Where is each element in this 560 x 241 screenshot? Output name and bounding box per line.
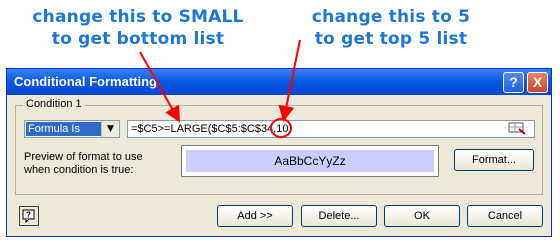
preview-label-line-2: when condition is true: [24,164,134,176]
annotation-left-line-1: change this to SMALL [32,7,244,27]
dialog-title: Conditional Formatting [14,74,157,89]
conditional-formatting-dialog: Conditional Formatting ? X Condition 1 F… [6,68,552,237]
annotation-right-line-1: change this to 5 [311,7,471,27]
annotation-left: change this to SMALL to get bottom list [28,6,248,50]
condition-type-select[interactable]: Formula Is ▼ [24,120,120,138]
delete-button[interactable]: Delete... [301,205,377,227]
format-button[interactable]: Format... [454,149,534,171]
preview-label-line-1: Preview of format to use [24,151,143,163]
context-help-icon[interactable]: ? [19,206,39,226]
add-button[interactable]: Add >> [217,205,293,227]
preview-sample-text: AaBbCcYyZz [186,150,434,172]
dropdown-arrow-icon[interactable]: ▼ [101,121,119,137]
close-icon[interactable]: X [527,72,548,93]
condition-type-value: Formula Is [26,122,101,136]
format-preview: AaBbCcYyZz [181,145,439,177]
help-icon[interactable]: ? [503,72,524,93]
annotation-left-line-2: to get bottom list [51,29,225,49]
annotation-right-line-2: to get top 5 list [314,29,468,49]
condition-label: Condition 1 [23,98,85,110]
title-bar: Conditional Formatting ? X [7,69,551,95]
ok-button[interactable]: OK [384,205,460,227]
formula-input[interactable]: =$C5>=LARGE($C$5:$C$34,10) [127,120,535,138]
range-selector-icon[interactable] [507,121,527,136]
annotation-right: change this to 5 to get top 5 list [296,6,486,50]
cancel-button[interactable]: Cancel [467,205,543,227]
svg-text:?: ? [26,211,31,220]
preview-label: Preview of format to use when condition … [24,151,143,177]
